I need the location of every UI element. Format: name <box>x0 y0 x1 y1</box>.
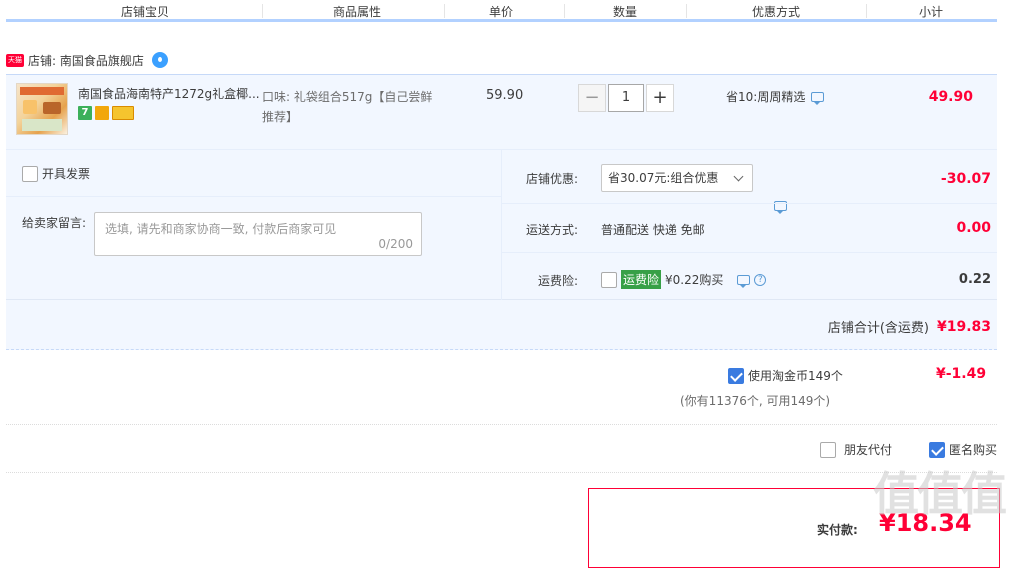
chevron-down-icon <box>733 171 744 182</box>
invoice-option[interactable]: 开具发票 <box>22 165 90 182</box>
coins-option[interactable]: 使用淘金币149个 <box>728 367 843 384</box>
coins-checkbox[interactable] <box>728 367 744 384</box>
help-icon[interactable]: ? <box>754 273 767 286</box>
divider <box>6 424 997 425</box>
col-attr: 商品属性 <box>332 5 381 19</box>
anonymous-label: 匿名购买 <box>949 443 998 457</box>
shop-name[interactable]: 店铺: 南国食品旗舰店 <box>28 52 144 69</box>
header-divider <box>262 4 263 18</box>
promotion-text: 省10:周周精选 <box>726 90 806 104</box>
shop-discount-amount: -30.07 <box>940 171 991 187</box>
item-subtotal: 49.90 <box>928 89 973 105</box>
shield-icon <box>95 106 109 120</box>
insurance-checkbox[interactable] <box>601 271 617 288</box>
product-thumbnail[interactable] <box>16 83 68 135</box>
memo-textarea[interactable]: 选填, 请先和商家协商一致, 付款后商家可见 0/200 <box>94 212 422 256</box>
column-header: 店铺宝贝 商品属性 单价 数量 优惠方式 小计 <box>6 0 997 22</box>
col-promo: 优惠方式 <box>751 5 800 19</box>
shop-total-row: 店铺合计(含运费) ¥19.83 <box>6 300 997 350</box>
coins-note: (你有11376个, 可用149个) <box>680 394 831 408</box>
shop-total-label: 店铺合计(含运费) <box>827 321 929 336</box>
col-quantity: 数量 <box>612 5 637 19</box>
product-attribute: 口味: 礼袋组合517g【自己尝鲜推荐】 <box>262 90 433 124</box>
shop-discount-select[interactable]: 省30.07元:组合优惠 <box>601 164 753 192</box>
header-divider <box>866 4 867 18</box>
order-details: 开具发票 给卖家留言: 选填, 请先和商家协商一致, 付款后商家可见 0/200… <box>6 150 997 300</box>
anonymous-option[interactable]: 匿名购买 <box>929 441 997 458</box>
insurance-label: 运费险: <box>538 274 579 288</box>
shop-row: 天猫 店铺: 南国食品旗舰店 <box>6 48 168 72</box>
invoice-label: 开具发票 <box>42 167 91 181</box>
watermark: 值值值 <box>873 467 1007 521</box>
memo-label: 给卖家留言: <box>22 216 87 230</box>
memo-placeholder: 选填, 请先和商家协商一致, 付款后商家可见 <box>105 222 337 236</box>
shop-total-amount: ¥19.83 <box>936 318 991 335</box>
col-shop-item: 店铺宝贝 <box>120 5 169 19</box>
pay-label: 实付款: <box>817 523 858 537</box>
divider <box>501 150 502 300</box>
service-badges: 7 <box>78 106 134 120</box>
shop-discount-value: 省30.07元:组合优惠 <box>608 171 719 185</box>
tmall-icon: 天猫 <box>6 53 24 67</box>
header-divider <box>686 4 687 18</box>
insurance-fee: 0.22 <box>958 272 991 287</box>
anonymous-checkbox[interactable] <box>929 441 945 458</box>
credit-card-icon <box>112 106 134 120</box>
insurance-option[interactable]: 运费险 ¥0.22购买 ? <box>601 270 767 289</box>
divider <box>6 196 501 197</box>
friend-pay-option[interactable]: 朋友代付 <box>820 441 892 458</box>
decrease-button[interactable]: − <box>578 84 606 112</box>
col-price: 单价 <box>488 5 513 19</box>
shipping-fee: 0.00 <box>956 220 991 236</box>
header-divider <box>444 4 445 18</box>
memo-counter: 0/200 <box>378 237 413 251</box>
comment-icon[interactable] <box>811 91 825 105</box>
col-subtotal: 小计 <box>918 5 943 19</box>
wangwang-chat-icon[interactable] <box>151 52 168 68</box>
divider <box>502 252 997 253</box>
comment-icon[interactable] <box>737 274 751 288</box>
invoice-checkbox[interactable] <box>22 165 38 182</box>
friend-pay-checkbox[interactable] <box>820 441 836 458</box>
promotion: 省10:周周精选 <box>726 88 825 105</box>
coins-label: 使用淘金币149个 <box>748 369 843 383</box>
quantity-stepper: − 1 + <box>578 84 674 112</box>
header-divider <box>564 4 565 18</box>
divider <box>502 203 997 204</box>
product-title[interactable]: 南国食品海南特产1272g礼盒椰... <box>78 85 260 102</box>
quantity-input[interactable]: 1 <box>608 84 644 112</box>
divider <box>6 472 997 473</box>
shipping-label: 运送方式: <box>526 223 579 237</box>
insurance-tag: 运费险 <box>621 270 662 289</box>
seven-day-return-icon: 7 <box>78 106 92 120</box>
friend-pay-label: 朋友代付 <box>844 443 893 457</box>
shop-discount-label: 店铺优惠: <box>526 172 579 186</box>
increase-button[interactable]: + <box>646 84 674 112</box>
insurance-desc: ¥0.22购买 <box>665 273 724 287</box>
shipping-method: 普通配送 快递 免邮 <box>601 223 705 237</box>
unit-price: 59.90 <box>486 88 524 103</box>
cart-item-row: 南国食品海南特产1272g礼盒椰... 7 口味: 礼袋组合517g【自己尝鲜推… <box>6 74 997 150</box>
coins-amount: ¥-1.49 <box>936 366 987 382</box>
